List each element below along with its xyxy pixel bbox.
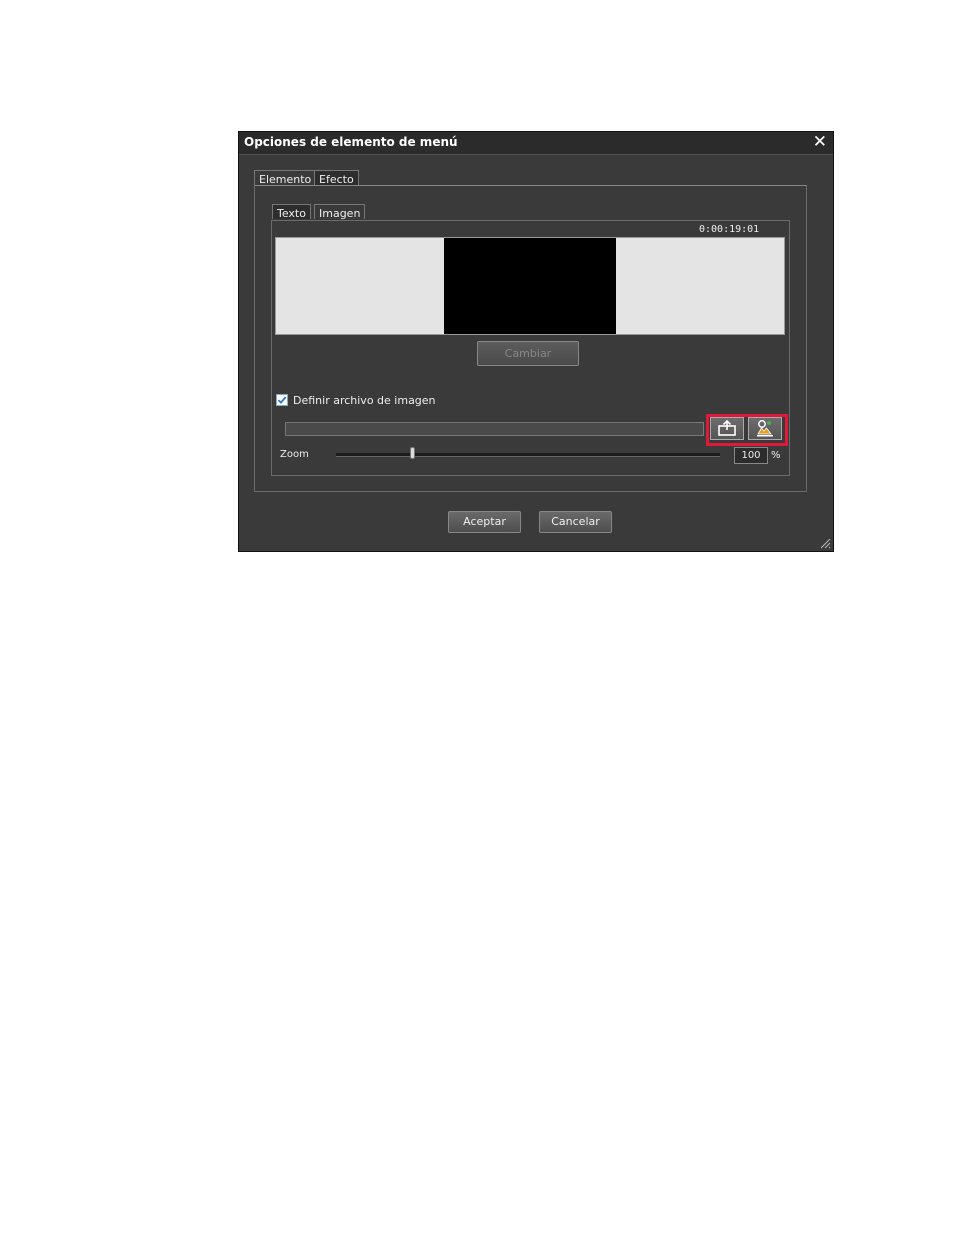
preview-image xyxy=(444,238,616,334)
checkmark-icon xyxy=(277,396,287,404)
title-bar: Opciones de elemento de menú ✕ xyxy=(239,132,833,155)
resize-grip-icon[interactable] xyxy=(819,537,831,549)
cancel-button[interactable]: Cancelar xyxy=(539,511,612,533)
timecode: 0:00:19:01 xyxy=(699,224,760,235)
image-preview xyxy=(275,237,785,335)
tab-texto[interactable]: Texto xyxy=(272,204,311,220)
zoom-slider-thumb[interactable] xyxy=(410,447,415,459)
dialog-title: Opciones de elemento de menú xyxy=(244,135,458,149)
zoom-unit: % xyxy=(771,450,781,461)
tab-elemento[interactable]: Elemento xyxy=(254,170,317,186)
open-folder-icon xyxy=(718,419,736,436)
zoom-value-input[interactable]: 100 xyxy=(734,447,768,464)
zoom-slider[interactable] xyxy=(336,453,720,457)
image-settings-icon xyxy=(757,420,773,437)
zoom-label: Zoom xyxy=(280,449,309,460)
tab-imagen[interactable]: Imagen xyxy=(314,204,366,220)
menu-item-options-dialog: Opciones de elemento de menú ✕ Elemento … xyxy=(238,131,834,552)
change-button[interactable]: Cambiar xyxy=(477,341,579,366)
close-icon[interactable]: ✕ xyxy=(813,132,827,152)
tab-efecto[interactable]: Efecto xyxy=(314,170,359,186)
define-image-file-label: Definir archivo de imagen xyxy=(293,394,436,407)
define-image-file-checkbox[interactable] xyxy=(276,394,288,406)
accept-button[interactable]: Aceptar xyxy=(448,511,521,533)
image-path-field[interactable] xyxy=(285,422,704,436)
open-folder-button[interactable] xyxy=(710,417,744,440)
image-settings-button[interactable] xyxy=(748,417,782,440)
